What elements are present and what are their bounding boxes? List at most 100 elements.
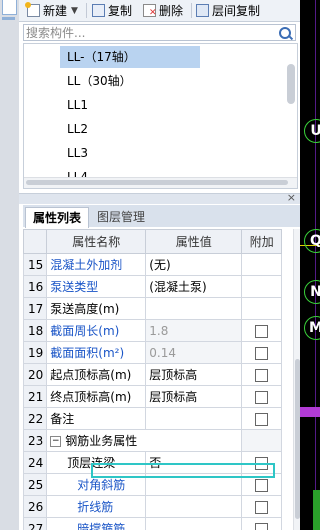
extra-cell[interactable] [241, 319, 283, 342]
table-row[interactable]: 16 泵送类型 (混凝土泵) [23, 275, 283, 298]
header-property-value: 属性值 [145, 229, 243, 254]
property-name[interactable]: 泵送类型 [46, 275, 147, 298]
collapse-icon[interactable]: − [50, 436, 62, 447]
drawing-canvas[interactable]: U Q N M [300, 0, 320, 530]
table-row[interactable]: 23 − 钢筋业务属性 [23, 429, 283, 452]
group-label: 钢筋业务属性 [65, 434, 138, 448]
extra-cell [241, 253, 283, 276]
list-item[interactable]: LL（30轴） [60, 70, 132, 92]
list-item[interactable]: LL2 [60, 118, 88, 140]
search-icon[interactable] [279, 27, 291, 39]
axis-marker[interactable]: Q [304, 229, 320, 253]
tab-property-list[interactable]: 属性列表 [25, 207, 90, 228]
extra-checkbox[interactable] [255, 368, 269, 382]
extra-checkbox[interactable] [255, 346, 269, 360]
floor-copy-button[interactable]: 层间复制 [196, 1, 260, 20]
list-horizontal-scrollbar[interactable] [24, 177, 297, 188]
property-value[interactable] [145, 407, 243, 430]
extra-cell[interactable] [241, 341, 283, 364]
chevron-down-icon[interactable]: ▼ [71, 6, 78, 16]
close-icon[interactable]: × [287, 191, 296, 204]
property-value[interactable] [145, 297, 243, 320]
component-list: LL-（17轴） LL（30轴） LL1 LL2 LL3 LL4 [23, 43, 298, 189]
component-search [23, 24, 296, 41]
row-number: 17 [23, 297, 48, 320]
extra-cell[interactable] [241, 495, 283, 518]
search-input[interactable] [24, 25, 276, 40]
table-row[interactable]: 17 泵送高度(m) [23, 297, 283, 320]
copy-icon [92, 4, 105, 17]
left-dock-strip [0, 0, 20, 530]
scroll-thumb[interactable] [26, 180, 288, 185]
property-value[interactable]: (无) [145, 253, 243, 276]
table-row[interactable]: 22 备注 [23, 407, 283, 430]
axis-marker[interactable]: N [304, 280, 320, 304]
toolbar-divider [86, 3, 87, 18]
table-row[interactable]: 20 起点顶标高(m) 层顶标高 [23, 363, 283, 386]
axis-marker[interactable]: M [304, 316, 320, 340]
extra-cell[interactable] [241, 517, 283, 530]
row-number: 22 [23, 407, 48, 430]
axis-line [315, 0, 316, 530]
group-header[interactable]: − 钢筋业务属性 [46, 429, 243, 452]
property-name[interactable]: 截面面积(m²) [46, 341, 147, 364]
property-name: 起点顶标高(m) [46, 363, 147, 386]
list-item[interactable]: LL3 [60, 142, 88, 164]
table-row[interactable]: 15 混凝土外加剂 (无) [23, 253, 283, 276]
toolbar: 新建 ▼ 复制 删除 层间复制 [19, 0, 300, 22]
property-name: 泵送高度(m) [46, 297, 147, 320]
property-value[interactable]: (混凝土泵) [145, 275, 243, 298]
property-name[interactable]: 截面周长(m) [46, 319, 147, 342]
property-name[interactable]: 暗撑箍筋... [46, 517, 147, 530]
table-row[interactable]: 18 截面周长(m) 1.8 [23, 319, 283, 342]
property-value[interactable] [145, 517, 243, 530]
row-number: 18 [23, 319, 48, 342]
extra-cell[interactable] [241, 385, 283, 408]
property-value: 1.8 [145, 319, 243, 342]
property-name[interactable]: 混凝土外加剂 [46, 253, 147, 276]
axis-label: M [309, 320, 320, 336]
extra-checkbox[interactable] [255, 412, 269, 426]
row-number: 20 [23, 363, 48, 386]
copy-label: 复制 [108, 4, 133, 18]
property-value[interactable] [145, 495, 243, 518]
table-row[interactable]: 27 暗撑箍筋... [23, 517, 283, 530]
grid-header-row: 属性名称 属性值 附加 [23, 229, 283, 254]
property-value[interactable]: 层顶标高 [145, 363, 243, 386]
component-shape[interactable] [313, 490, 320, 530]
extra-cell[interactable] [241, 363, 283, 386]
row-number: 19 [23, 341, 48, 364]
dock-tab-indicator [2, 17, 15, 20]
header-extra: 附加 [241, 229, 283, 254]
extra-checkbox[interactable] [255, 324, 269, 338]
tab-layer-management[interactable]: 图层管理 [90, 207, 152, 227]
row-number: 16 [23, 275, 48, 298]
panel-divider: × [19, 191, 300, 204]
extra-checkbox[interactable] [255, 478, 269, 492]
dock-tab[interactable] [2, 0, 17, 15]
row-number: 24 [23, 451, 48, 474]
list-vertical-scrollbar[interactable] [287, 64, 295, 104]
extra-checkbox[interactable] [255, 390, 269, 404]
extra-cell[interactable] [241, 407, 283, 430]
axis-marker[interactable]: U [304, 119, 320, 143]
extra-cell [241, 297, 283, 320]
list-item-selected[interactable]: LL-（17轴） [60, 46, 200, 68]
list-item[interactable]: LL1 [60, 94, 88, 116]
property-value[interactable]: 层顶标高 [145, 385, 243, 408]
new-icon [25, 2, 40, 17]
table-row[interactable]: 21 终点顶标高(m) 层顶标高 [23, 385, 283, 408]
table-row[interactable]: 19 截面面积(m²) 0.14 [23, 341, 283, 364]
table-row[interactable]: 26 折线筋 [23, 495, 283, 518]
property-name: 备注 [46, 407, 147, 430]
new-button[interactable]: 新建 ▼ [25, 1, 78, 20]
delete-button[interactable]: 删除 [143, 1, 183, 20]
extra-cell [241, 429, 283, 452]
component-shape[interactable] [300, 407, 320, 417]
axis-label: N [310, 284, 320, 300]
property-name[interactable]: 折线筋 [46, 495, 147, 518]
copy-button[interactable]: 复制 [92, 1, 132, 20]
extra-checkbox[interactable] [255, 522, 269, 530]
property-value: 0.14 [145, 341, 243, 364]
extra-checkbox[interactable] [255, 500, 269, 514]
